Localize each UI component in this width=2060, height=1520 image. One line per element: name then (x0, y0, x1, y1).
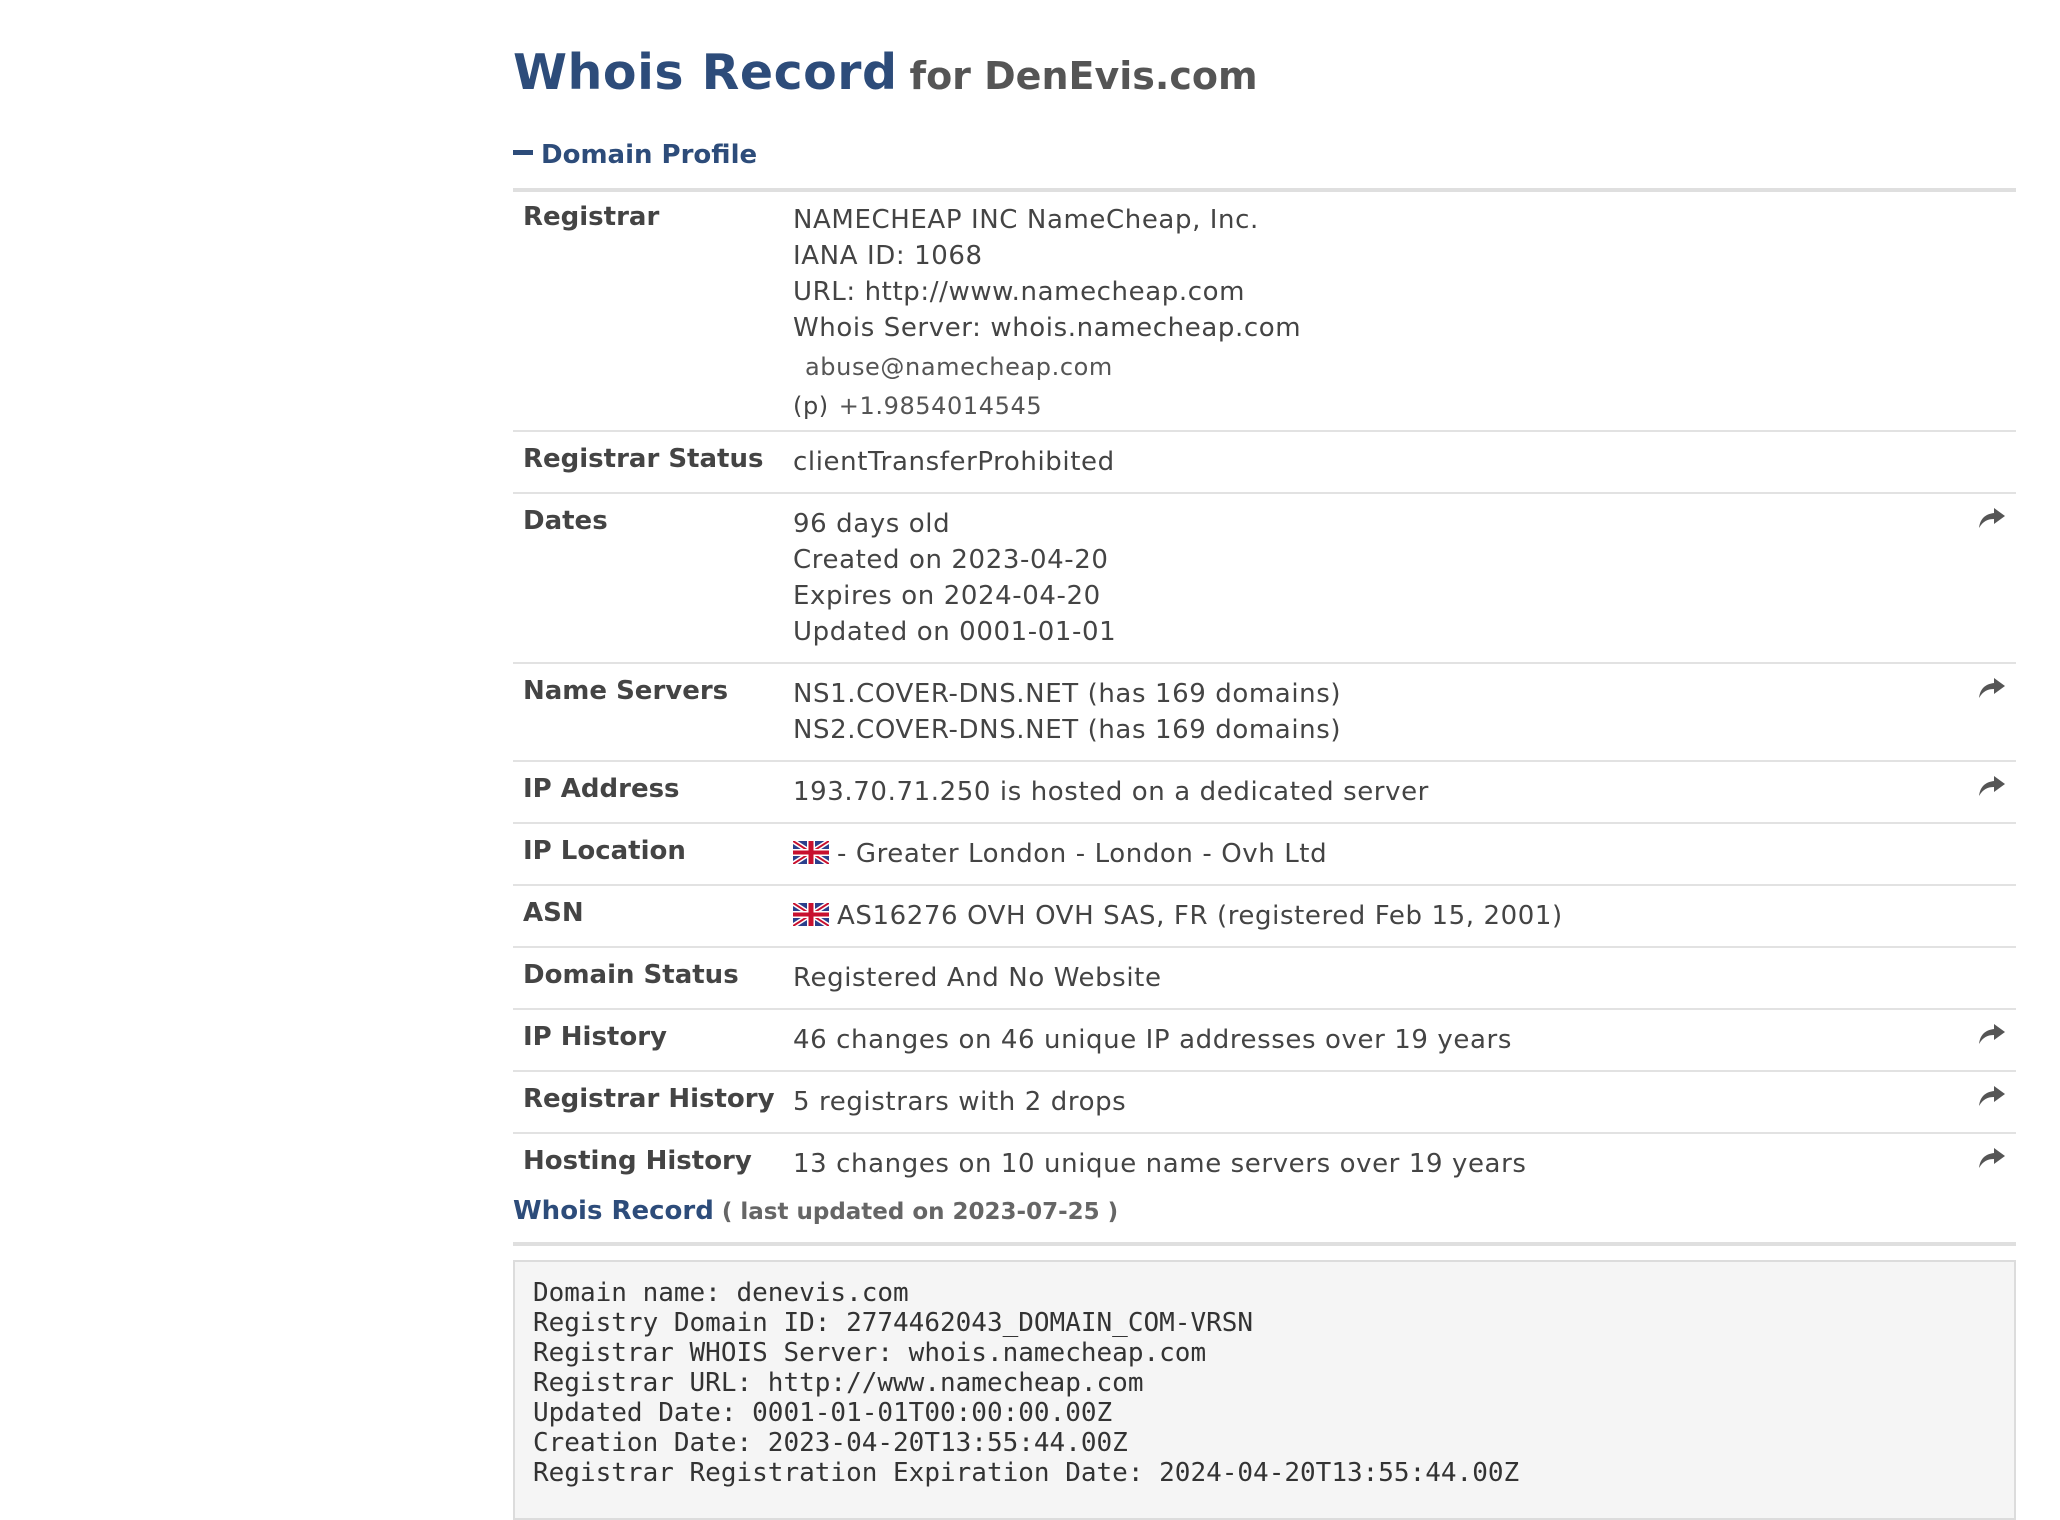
ip-history-value: 46 changes on 46 unique IP addresses ove… (793, 1009, 1956, 1072)
domain-profile-header[interactable]: Domain Profile (513, 140, 2016, 192)
asn-value: AS16276 OVH OVH SAS, FR (registered Feb … (793, 885, 1956, 948)
row-asn: ASN AS16276 OVH OVH SAS, FR (registered … (513, 885, 2016, 948)
whois-record-label: Whois Record (513, 1196, 714, 1226)
registrar-email: abuse@namecheap.com (805, 353, 1113, 381)
hosting-history-value: 13 changes on 10 unique name servers ove… (793, 1149, 1527, 1179)
registrar-label: Registrar (513, 192, 793, 432)
hosting-history-label: Hosting History (523, 1146, 752, 1176)
updated-date: Updated on 0001-01-01 (793, 617, 1117, 647)
registrar-iana: IANA ID: 1068 (793, 241, 983, 271)
row-registrar-history: Registrar History 5 registrars with 2 dr… (513, 1071, 2016, 1134)
domain-status-value: Registered And No Website (793, 947, 1956, 1010)
registrar-status-label: Registrar Status (513, 431, 793, 494)
name-server-1[interactable]: NS1.COVER-DNS.NET (has 169 domains) (793, 676, 1956, 712)
domain-age: 96 days old (793, 509, 951, 539)
uk-flag-icon (793, 903, 829, 926)
ip-location-text: - Greater London - London - Ovh Ltd (837, 839, 1328, 869)
row-registrar-status: Registrar Status clientTransferProhibite… (513, 431, 2016, 494)
domain-status-label: Domain Status (513, 947, 793, 1010)
row-ip-location: IP Location - Greater London - London - … (513, 823, 2016, 886)
minus-icon[interactable] (513, 150, 533, 155)
share-arrow-icon[interactable] (1978, 676, 2006, 700)
created-date: Created on 2023-04-20 (793, 545, 1109, 575)
page-title-domain: for DenEvis.com (909, 54, 1258, 98)
dates-value: 96 days old Created on 2023-04-20 Expire… (793, 493, 1956, 664)
share-arrow-icon[interactable] (1978, 1022, 2006, 1046)
row-ip-history: IP History 46 changes on 46 unique IP ad… (513, 1009, 2016, 1072)
registrar-phone-prefix: (p) (793, 392, 829, 420)
page-title: Whois Record for DenEvis.com (513, 44, 1258, 101)
domain-profile-label[interactable]: Domain Profile (541, 140, 757, 170)
row-ip-address: IP Address 193.70.71.250 is hosted on a … (513, 761, 2016, 824)
registrar-whois-server: Whois Server: whois.namecheap.com (793, 313, 1302, 343)
expires-date: Expires on 2024-04-20 (793, 581, 1101, 611)
ip-address-value: 193.70.71.250 is hosted on a dedicated s… (793, 761, 1956, 824)
share-arrow-icon[interactable] (1978, 506, 2006, 530)
whois-record-updated: ( last updated on 2023-07-25 ) (721, 1199, 1119, 1225)
registrar-status-value: clientTransferProhibited (793, 431, 1956, 494)
dates-label: Dates (513, 493, 793, 664)
row-dates: Dates 96 days old Created on 2023-04-20 … (513, 493, 2016, 664)
registrar-name: NAMECHEAP INC NameCheap, Inc. (793, 205, 1259, 235)
ip-address-label: IP Address (513, 761, 793, 824)
share-arrow-icon[interactable] (1978, 1146, 2006, 1170)
name-server-2[interactable]: NS2.COVER-DNS.NET (has 169 domains) (793, 712, 1956, 748)
ip-history-label: IP History (513, 1009, 793, 1072)
registrar-phone: +1.9854014545 (838, 392, 1043, 420)
domain-profile-table: Registrar NAMECHEAP INC NameCheap, Inc. … (513, 192, 2016, 1194)
row-hosting-history: Hosting History 13 changes on 10 unique … (513, 1133, 2016, 1194)
name-servers-value: NS1.COVER-DNS.NET (has 169 domains) NS2.… (793, 663, 1956, 762)
row-domain-status: Domain Status Registered And No Website (513, 947, 2016, 1010)
registrar-value: NAMECHEAP INC NameCheap, Inc. IANA ID: 1… (793, 192, 1956, 432)
ip-location-label: IP Location (513, 823, 793, 886)
name-servers-label: Name Servers (513, 663, 793, 762)
asn-text: AS16276 OVH OVH SAS, FR (registered Feb … (837, 901, 1563, 931)
raw-whois-text: Domain name: denevis.com Registry Domain… (533, 1278, 1520, 1488)
registrar-history-label: Registrar History (513, 1071, 793, 1134)
row-registrar: Registrar NAMECHEAP INC NameCheap, Inc. … (513, 192, 2016, 432)
raw-whois-record: Domain name: denevis.com Registry Domain… (513, 1260, 2016, 1520)
share-arrow-icon[interactable] (1978, 774, 2006, 798)
uk-flag-icon (793, 841, 829, 864)
registrar-url: URL: http://www.namecheap.com (793, 277, 1246, 307)
row-name-servers: Name Servers NS1.COVER-DNS.NET (has 169 … (513, 663, 2016, 762)
whois-record-header: Whois Record ( last updated on 2023-07-25… (513, 1196, 2016, 1246)
ip-location-value: - Greater London - London - Ovh Ltd (793, 823, 1956, 886)
share-arrow-icon[interactable] (1978, 1084, 2006, 1108)
asn-label: ASN (513, 885, 793, 948)
page-title-main: Whois Record (513, 44, 898, 101)
registrar-history-value: 5 registrars with 2 drops (793, 1071, 1956, 1134)
